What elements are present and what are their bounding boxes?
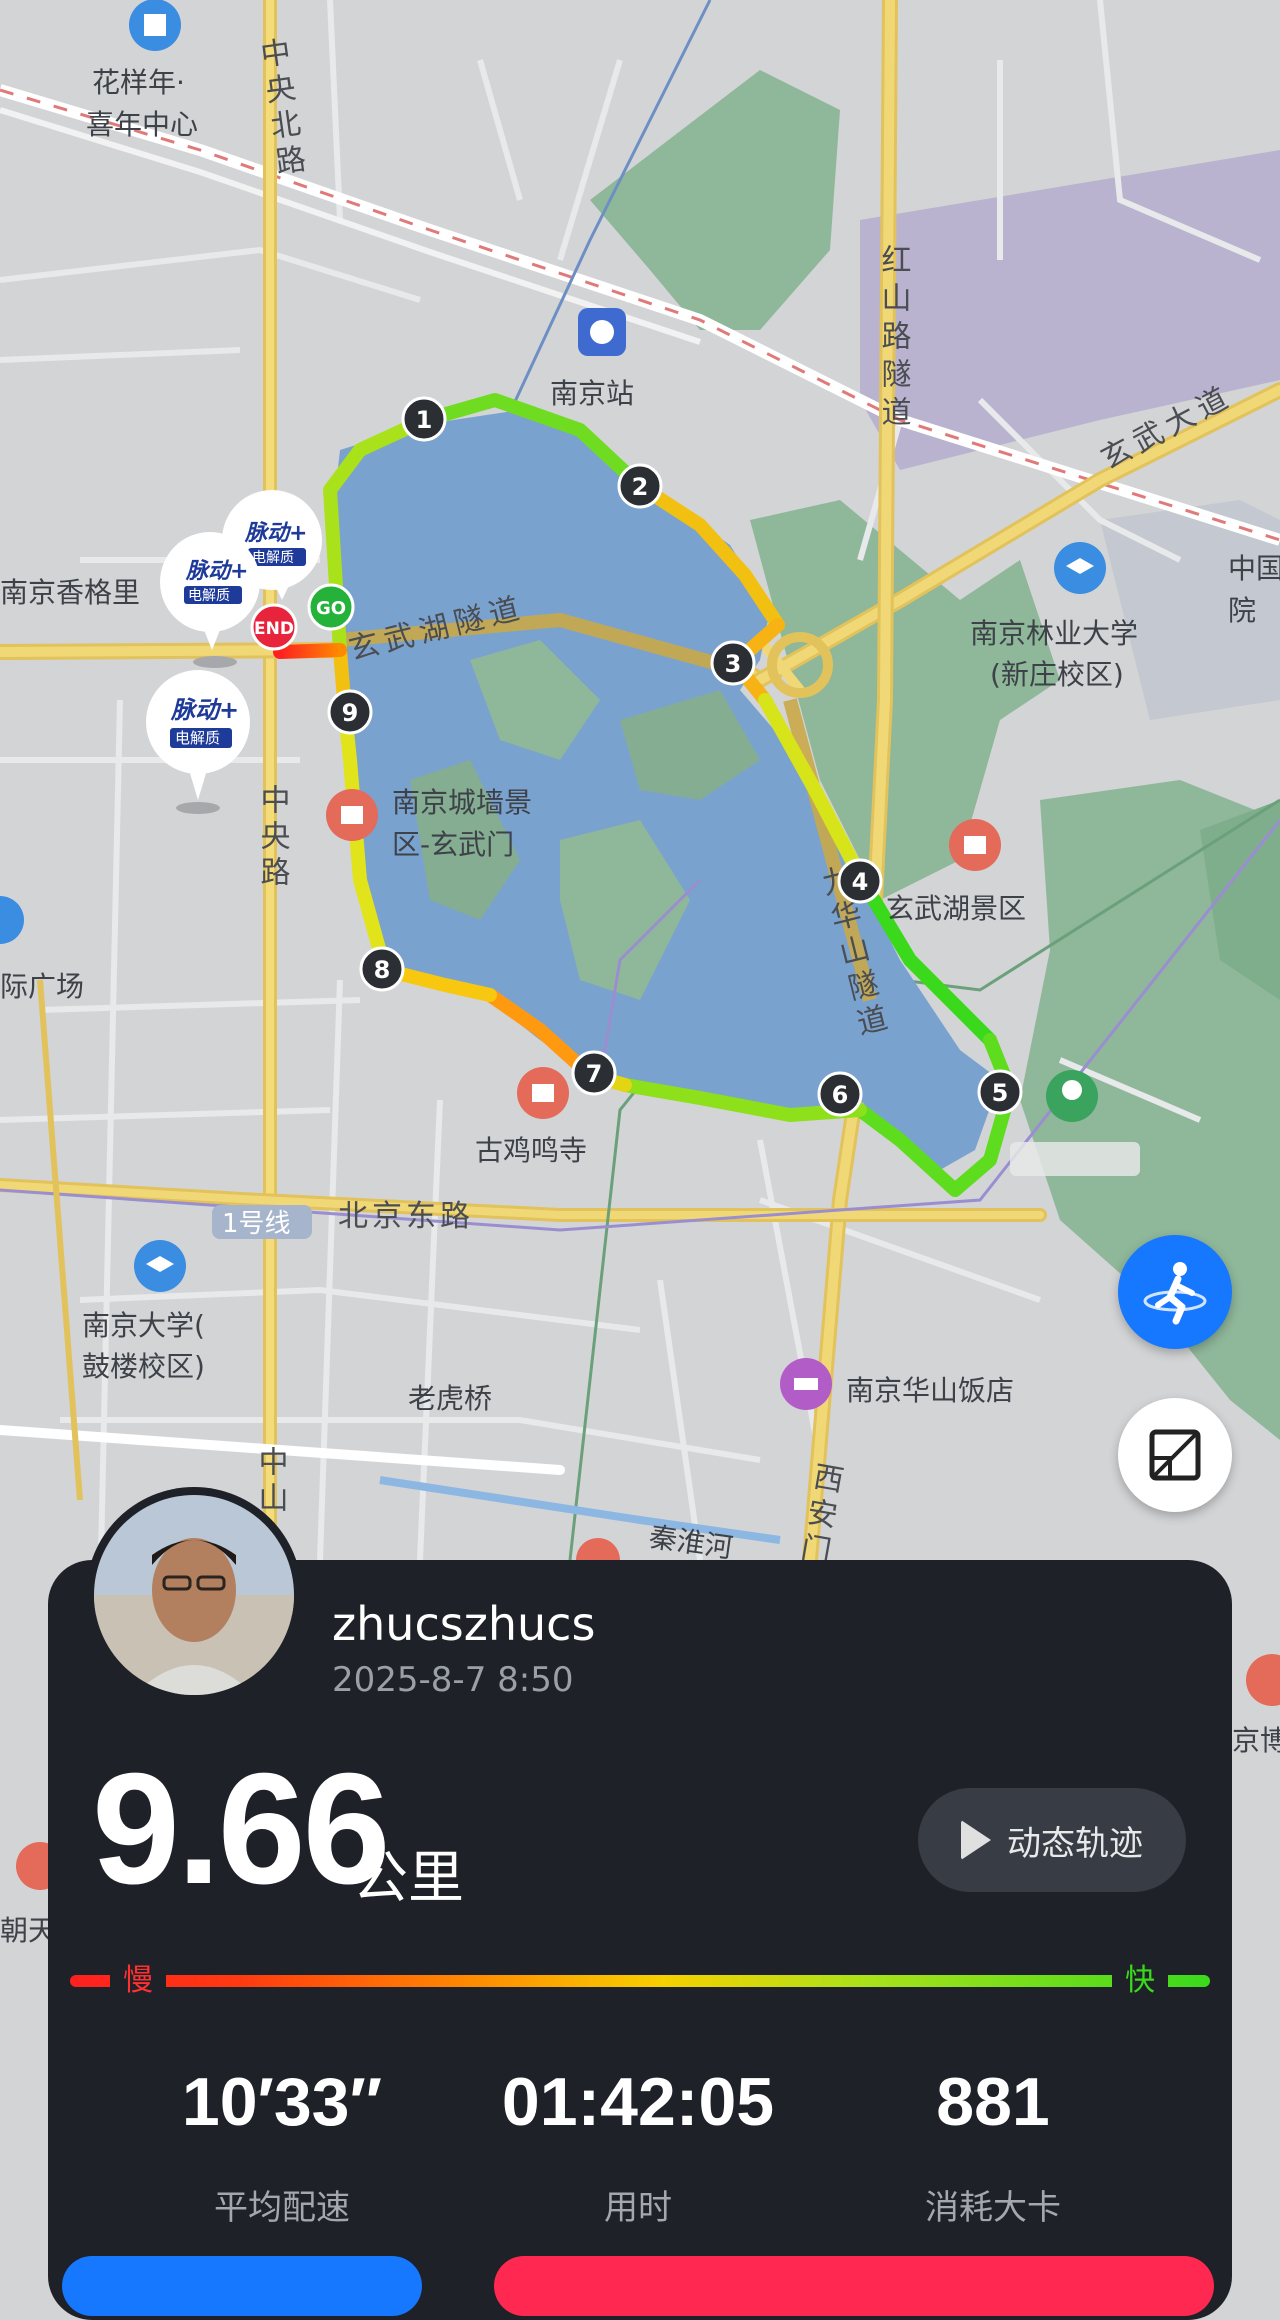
label-xianggeli: 南京香格里 (0, 576, 140, 609)
label-metro-line1: 1号线 (222, 1209, 291, 1239)
label-jiming-temple: 古鸡鸣寺 (475, 1134, 587, 1167)
km-marker-number: 3 (725, 650, 742, 678)
label-nju-2: 鼓楼校区) (82, 1350, 205, 1383)
distance-unit: 公里 (352, 1846, 464, 1911)
label-xuanwuhu-scenic: 玄武湖景区 (886, 892, 1026, 925)
ad-brand-text: 脉动+ (170, 696, 239, 724)
km-marker[interactable]: 3 (710, 640, 756, 686)
label-huayangnian-1: 花样年· (92, 66, 185, 99)
label-laohuqiao: 老虎桥 (408, 1382, 492, 1415)
end-marker[interactable]: END (250, 603, 298, 651)
km-marker[interactable]: 7 (571, 1050, 617, 1096)
km-marker-number: 9 (342, 699, 359, 727)
label-nanjing-forestry-2: (新庄校区) (990, 658, 1124, 691)
sport-mode-button[interactable] (1118, 1235, 1232, 1349)
km-marker-number: 8 (374, 956, 391, 984)
run-datetime: 2025-8-7 8:50 (332, 1660, 574, 1700)
ad-brand-text: 脉动+ (185, 559, 248, 584)
stat-value: 10′33″ (181, 2064, 383, 2140)
km-marker-number: 6 (832, 1081, 849, 1109)
km-marker[interactable]: 5 (977, 1069, 1023, 1115)
bottom-action-button-blue[interactable] (62, 2256, 422, 2316)
speed-slow-label: 慢 (110, 1959, 166, 2003)
username: zhucszhucs (332, 1597, 596, 1651)
label-beijing-east: 北京东路 (338, 1199, 474, 1234)
stat-label: 消耗大卡 (925, 2188, 1061, 2228)
stat-duration: 01:42:05 用时 (488, 2068, 788, 2229)
km-marker[interactable]: 2 (617, 463, 663, 509)
ad-sub-text: 电解质 (188, 588, 230, 604)
km-marker[interactable]: 1 (401, 396, 447, 442)
stat-label: 平均配速 (214, 2188, 350, 2228)
label-huashan-hotel: 南京华山饭店 (846, 1374, 1014, 1407)
dynamic-track-label: 动态轨迹 (1007, 1823, 1143, 1864)
map-layer-button[interactable] (1118, 1398, 1232, 1512)
play-icon (961, 1820, 991, 1860)
label-citywall-1: 南京城墙景 (392, 786, 532, 819)
label-nanjing-forestry-1: 南京林业大学 (970, 617, 1138, 650)
km-marker[interactable]: 9 (327, 689, 373, 735)
label-zhongguo-1: 中国 (1228, 552, 1280, 585)
ad-sub-text: 电解质 (252, 550, 294, 566)
km-marker[interactable]: 4 (837, 858, 883, 904)
label-jingbo: 京博 (1232, 1724, 1280, 1757)
map-layer-icon (1149, 1429, 1201, 1481)
bottom-action-button-red[interactable] (494, 2256, 1214, 2316)
label-zhongyang-road: 中央路 (255, 784, 290, 892)
poi-hotel-icon[interactable] (780, 1358, 832, 1410)
ad-brand-text: 脉动+ (244, 521, 307, 546)
poi-school-icon[interactable] (1054, 542, 1106, 594)
stat-value: 01:42:05 (501, 2064, 775, 2140)
stat-value: 881 (936, 2064, 1050, 2140)
km-marker[interactable]: 6 (817, 1071, 863, 1117)
start-label: GO (316, 598, 346, 619)
poi-temple-icon[interactable] (949, 819, 1001, 871)
label-zhongguo-2: 院 (1228, 594, 1256, 627)
km-marker-number: 1 (416, 406, 433, 434)
label-nanjing-station: 南京站 (550, 377, 634, 410)
km-marker-number: 2 (632, 473, 649, 501)
end-label: END (254, 619, 294, 639)
stat-label: 用时 (604, 2188, 672, 2228)
poi-school-icon[interactable] (129, 0, 181, 51)
stat-calories: 881 消耗大卡 (843, 2068, 1143, 2229)
start-marker[interactable]: GO (307, 583, 355, 631)
km-marker-number: 5 (992, 1079, 1009, 1107)
ad-sub-text: 电解质 (175, 729, 220, 747)
poi-temple-icon[interactable] (326, 789, 378, 841)
poi-park-icon[interactable] (1046, 1070, 1098, 1122)
km-marker[interactable]: 8 (359, 946, 405, 992)
speed-legend-bar (70, 1975, 1210, 1987)
label-huayangnian-2: 喜年中心 (86, 108, 198, 141)
stat-avg-pace: 10′33″ 平均配速 (132, 2068, 432, 2229)
label-jiguangchang: 际广场 (0, 970, 84, 1003)
running-figure-icon (1143, 1262, 1207, 1325)
label-hongshan-tunnel: 红山路隧道 (876, 244, 911, 434)
label-citywall-2: 区-玄武门 (392, 828, 514, 861)
poi-temple-icon[interactable] (517, 1067, 569, 1119)
km-marker-number: 4 (852, 868, 869, 896)
km-marker-number: 7 (586, 1060, 603, 1088)
speed-fast-label: 快 (1112, 1959, 1168, 2003)
avatar[interactable] (86, 1487, 302, 1703)
blurred-label (1010, 1142, 1140, 1176)
label-nju-1: 南京大学( (82, 1309, 205, 1342)
poi-school-icon[interactable] (134, 1240, 186, 1292)
poi-station-icon[interactable] (578, 308, 626, 356)
distance-value: 9.66 (92, 1741, 391, 1917)
dynamic-track-button[interactable]: 动态轨迹 (918, 1788, 1186, 1892)
